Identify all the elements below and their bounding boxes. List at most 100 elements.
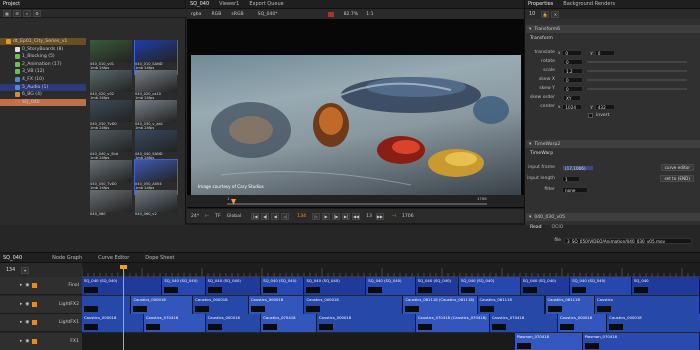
bin-tree-item[interactable]: 1_Blocking (5)	[0, 53, 86, 60]
snap-icon[interactable]: ⌖	[21, 266, 30, 274]
timeline-clip[interactable]: SQ_040 (SQ_040)	[205, 277, 262, 295]
zoom-select[interactable]: 82.7%	[344, 12, 359, 17]
timeline-playhead[interactable]	[123, 265, 124, 350]
translate-x-input[interactable]: 0	[562, 49, 583, 56]
clip-thumbnail[interactable]: 040_040_SAND 1mb 24fps	[135, 130, 177, 164]
track-toggle-icon[interactable]: ▸	[20, 320, 22, 325]
tab-timeline-sq040[interactable]: SQ_040	[3, 255, 22, 261]
node-header-transform6[interactable]: ▾ Transform6	[526, 25, 700, 33]
timeline-clip[interactable]: Caustics_000018	[205, 314, 262, 332]
tab-properties[interactable]: Properties	[528, 1, 553, 7]
input-frame-input[interactable]: (17,1006)	[562, 164, 594, 171]
timeline-clip[interactable]: Caustics_000018	[248, 295, 305, 314]
max-panels-value[interactable]: 10	[529, 11, 535, 17]
clip-thumbnail[interactable]: 040_060_v2	[135, 190, 177, 224]
skew-order-select[interactable]: XY	[563, 94, 581, 101]
clip-thumbnail[interactable]: 040_060	[90, 190, 132, 224]
out-point-icon[interactable]: ⊣	[392, 214, 396, 219]
tab-background-renders[interactable]: Background Renders	[563, 1, 615, 7]
tab-dope-sheet[interactable]: Dope Sheet	[145, 255, 174, 261]
timeline-clip[interactable]: SQ_040 (SQ_040)	[162, 277, 206, 295]
timeline-clip[interactable]: Caustics_000018	[131, 295, 194, 314]
tab-sq040[interactable]: SQ_040	[190, 1, 209, 7]
timeline-clip[interactable]: Caustics_000018	[304, 295, 404, 314]
clear-icon[interactable]: ✕	[551, 10, 560, 18]
tab-curve-editor[interactable]: Curve Editor	[98, 255, 129, 261]
curve-editor-button[interactable]: curve editor	[660, 164, 694, 171]
invert-checkbox[interactable]	[588, 113, 593, 118]
timeline-clip[interactable]: Caustics_070418	[261, 314, 317, 332]
section-tab-timewarp[interactable]: TimeWarp	[530, 151, 553, 156]
scrub-bar[interactable]: 1 1706	[187, 195, 524, 207]
visible-icon[interactable]: ◉	[25, 302, 29, 307]
step-forward-icon[interactable]: ▷	[312, 212, 321, 220]
prev-key-icon[interactable]: ◀|	[261, 212, 270, 220]
clip-thumbnail[interactable]: 040_050_A004 1mb 24fps	[134, 159, 178, 195]
clip-thumbnail[interactable]: 040_020_v02 1mb 24fps	[90, 70, 132, 104]
collapse-icon[interactable]: ▾	[529, 215, 531, 220]
translate-y-input[interactable]: 0	[594, 49, 615, 56]
visible-icon[interactable]: ◉	[25, 283, 29, 288]
skip-back-icon[interactable]: ◀◀	[352, 212, 361, 220]
track-header[interactable]: ▸ ◉ FX1	[0, 332, 82, 350]
lock-icon[interactable]	[32, 338, 38, 344]
tab-viewer1[interactable]: Viewer1	[219, 1, 239, 7]
next-key-icon[interactable]: |▶	[332, 212, 341, 220]
bin-tree-item[interactable]: SQ_040	[0, 98, 86, 106]
scale-slider[interactable]	[587, 69, 687, 72]
gear-icon[interactable]: ⚙	[33, 9, 41, 17]
lock-icon[interactable]	[32, 301, 38, 307]
input-length-input[interactable]: 1	[562, 175, 580, 182]
clip-thumbnail[interactable]: 040_020_ca10 1mb 24fps	[135, 70, 177, 104]
tab-export-queue[interactable]: Export Queue	[249, 1, 283, 7]
clip-thumbnail[interactable]: 040_010_v01 1mb 24fps	[90, 40, 132, 74]
bin-tree-item[interactable]: dt_Ep01_City_Series_v1	[0, 38, 86, 45]
clip-thumbnail[interactable]: 040_030_TvD0 1mb 24fps	[90, 100, 132, 134]
skew-x-input[interactable]: 0	[563, 76, 583, 83]
collapse-icon[interactable]: ▾	[529, 27, 531, 32]
timeline-playhead-handle[interactable]	[120, 265, 127, 269]
viewer-canvas[interactable]: Image courtesy of Cary Studios	[187, 19, 524, 208]
color-picker-icon[interactable]	[327, 11, 334, 17]
clip-thumbnail[interactable]: 040_030_v_ab1 1mb 24fps	[135, 100, 177, 134]
go-start-icon[interactable]: |◀	[251, 212, 260, 220]
grid-view-icon[interactable]: ▦	[3, 9, 11, 17]
timeline-clip[interactable]: SQ_040	[632, 277, 700, 295]
skew-y-slider[interactable]	[587, 87, 687, 90]
timeline-clip[interactable]: SQ_040 (SQ_040)	[520, 277, 571, 295]
lut-select[interactable]: sRGB	[231, 12, 243, 17]
colorspace-select[interactable]: RGB	[211, 12, 221, 17]
visible-icon[interactable]: ◉	[25, 339, 29, 344]
timeline-ruler[interactable]	[81, 263, 700, 277]
timeline-clip[interactable]: Caustics_000018	[316, 314, 416, 332]
in-point-icon[interactable]: ⊢	[205, 214, 209, 219]
tab-read[interactable]: Read	[530, 225, 542, 230]
scrub-track[interactable]	[227, 203, 487, 205]
timeline-clip[interactable]: Caustics_061118	[545, 295, 595, 314]
timeline-clip[interactable]: SQ_040 (SQ_040)	[304, 277, 367, 295]
timeline-clip[interactable]: Caustics_070418	[489, 314, 558, 332]
tab-ocio[interactable]: OCIO	[552, 225, 564, 230]
timeline-clip[interactable]: Caustics_000018	[557, 314, 608, 332]
timeline-clip[interactable]: Caustics_000018	[193, 295, 249, 314]
tf-select[interactable]: TF	[215, 214, 220, 219]
timeline-clip[interactable]: Caustics_070418	[143, 314, 206, 332]
global-select[interactable]: Global	[227, 214, 242, 219]
bin-tree-item[interactable]: 2_Animation (17)	[0, 61, 86, 68]
bin-tree-item[interactable]: 5_Audio (1)	[0, 83, 86, 91]
clip-thumbnail[interactable]: 040_050_TvD0 1mb 24fps	[90, 160, 132, 194]
timeline-clip[interactable]: Caustics_000018	[82, 314, 144, 332]
timeline-clip[interactable]	[82, 295, 132, 314]
current-frame[interactable]: 134	[297, 214, 306, 219]
ratio-select[interactable]: 1:1	[366, 12, 373, 17]
list-view-icon[interactable]: ☰	[13, 9, 21, 17]
center-y-input[interactable]: 432	[594, 103, 615, 110]
timeline-clip[interactable]: SQ_040 (SQ_040)	[366, 277, 416, 295]
timeline-clip[interactable]: SQ_040 (SQ_040)	[458, 277, 521, 295]
bin-tree-item[interactable]: 6_BG (4)	[0, 91, 86, 98]
skew-y-input[interactable]: 0	[563, 85, 583, 92]
step-back-icon[interactable]: ◁	[281, 212, 290, 220]
skew-x-slider[interactable]	[587, 78, 687, 81]
tab-node-graph[interactable]: Node Graph	[52, 255, 82, 261]
step-value[interactable]: 13	[366, 214, 372, 219]
